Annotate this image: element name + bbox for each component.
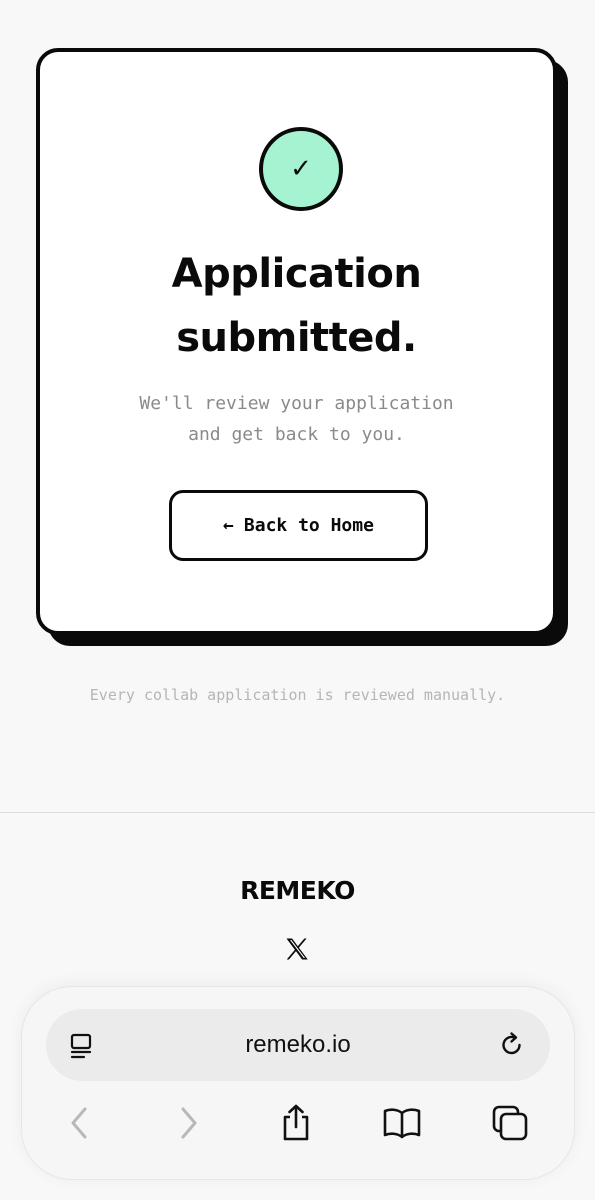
back-to-home-button[interactable]: ← Back to Home — [169, 490, 428, 561]
checkmark-icon: ✓ — [259, 127, 343, 211]
message-line-2: and get back to you. — [188, 424, 405, 445]
message-line-1: We'll review your application — [139, 393, 454, 414]
back-icon[interactable] — [60, 1103, 100, 1143]
tabs-icon[interactable] — [490, 1103, 530, 1143]
bookmarks-icon[interactable] — [382, 1103, 422, 1143]
confirmation-message: We'll review your application and get ba… — [40, 388, 553, 450]
title-line-2: submitted. — [176, 315, 417, 361]
arrow-left-icon: ← — [223, 515, 234, 536]
footer-logo[interactable]: REMEKO — [0, 876, 595, 905]
browser-toolbar: remeko.io — [22, 987, 574, 1179]
forward-icon[interactable] — [168, 1103, 208, 1143]
reload-icon[interactable] — [498, 1031, 526, 1059]
share-icon[interactable] — [276, 1103, 316, 1143]
url-text[interactable]: remeko.io — [46, 1009, 550, 1081]
footer-divider — [0, 812, 595, 813]
checkmark-glyph: ✓ — [290, 154, 312, 184]
page: ✓ Application submitted. We'll review yo… — [0, 0, 595, 1200]
page-title: Application submitted. — [40, 242, 553, 370]
address-bar[interactable]: remeko.io — [46, 1009, 550, 1081]
confirmation-card: ✓ Application submitted. We'll review yo… — [36, 48, 557, 635]
x-logo-icon[interactable] — [283, 935, 311, 963]
back-button-label: Back to Home — [243, 515, 374, 536]
title-line-1: Application — [171, 251, 422, 297]
review-note: Every collab application is reviewed man… — [89, 686, 506, 704]
